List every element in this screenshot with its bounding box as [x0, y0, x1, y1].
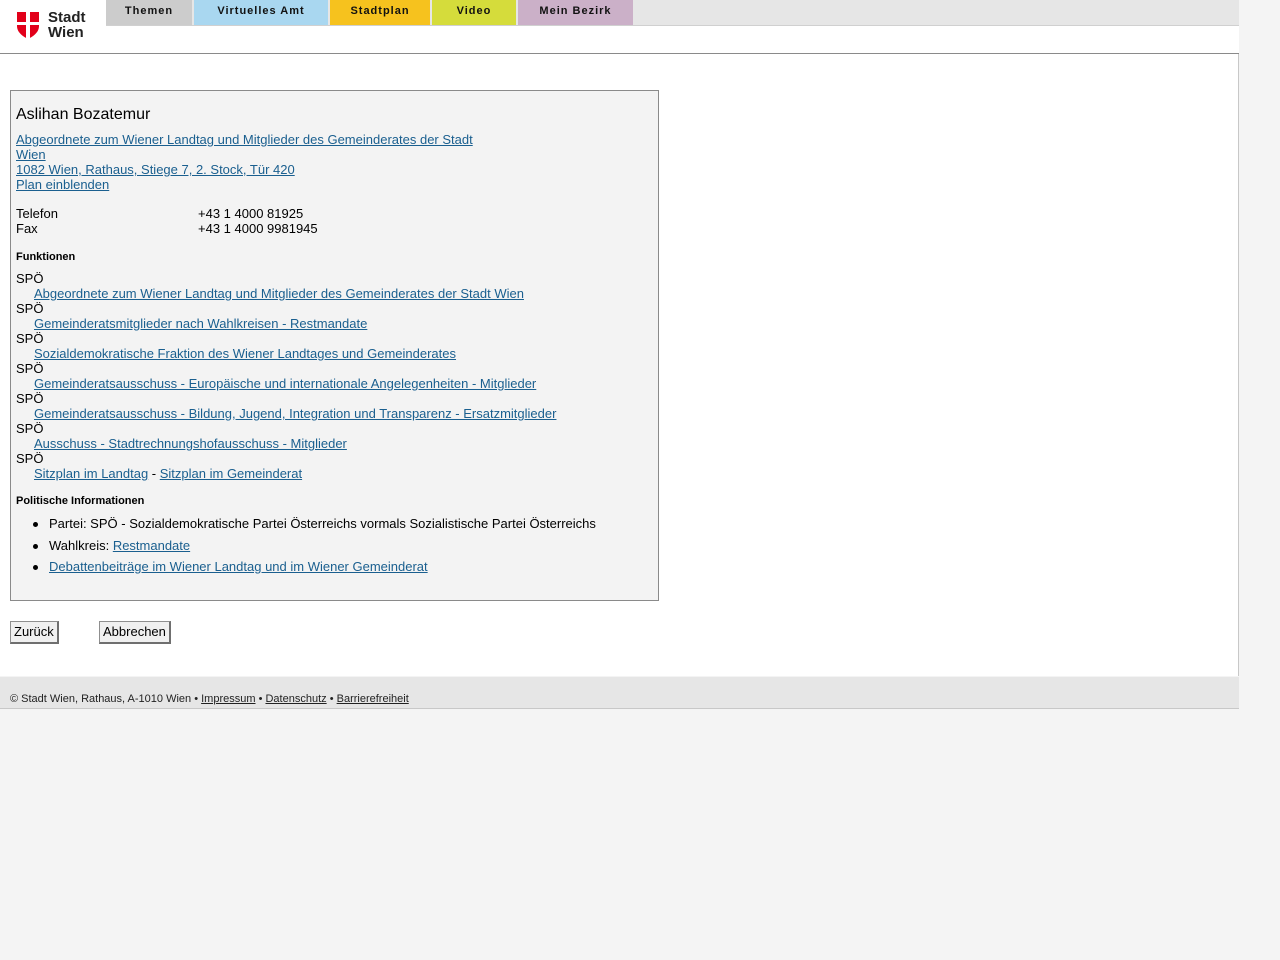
wahlkreis-label: Wahlkreis: — [49, 538, 113, 553]
tab-video[interactable]: Video — [432, 0, 516, 25]
cancel-button[interactable]: Abbrechen — [99, 621, 171, 644]
function-link[interactable]: Gemeinderatsausschuss - Bildung, Jugend,… — [34, 406, 556, 421]
seating-plan-links: Sitzplan im Landtag - Sitzplan im Gemein… — [34, 466, 302, 481]
logo-wordmark: Stadt Wien — [48, 10, 86, 40]
telefon-label: Telefon — [16, 206, 58, 221]
function-link[interactable]: Sozialdemokratische Fraktion des Wiener … — [34, 346, 456, 361]
show-map-link[interactable]: Plan einblenden — [16, 177, 109, 192]
stadt-wien-logo[interactable]: Stadt Wien — [17, 10, 97, 42]
site-footer: © Stadt Wien, Rathaus, A-1010 Wien • Imp… — [0, 677, 1239, 709]
footer-separator: • — [191, 693, 202, 705]
function-link[interactable]: Gemeinderatsmitglieder nach Wahlkreisen … — [34, 316, 367, 331]
function-link[interactable]: Ausschuss - Stadtrechnungshofausschuss -… — [34, 436, 347, 451]
tab-virtuelles-amt[interactable]: Virtuelles Amt — [194, 0, 328, 25]
organization-link[interactable]: Abgeordnete zum Wiener Landtag und Mitgl… — [16, 132, 486, 162]
fax-value: +43 1 4000 9981945 — [198, 221, 318, 236]
sitzplan-landtag-link[interactable]: Sitzplan im Landtag — [34, 466, 148, 481]
fax-label: Fax — [16, 221, 38, 236]
address-link[interactable]: 1082 Wien, Rathaus, Stiege 7, 2. Stock, … — [16, 162, 295, 177]
site-header: Stadt Wien Themen Virtuelles Amt Stadtpl… — [0, 0, 1239, 54]
logo-line-1: Stadt — [48, 9, 86, 26]
list-item: Debattenbeiträge im Wiener Landtag und i… — [16, 559, 596, 574]
politische-informationen-heading: Politische Informationen — [16, 495, 145, 507]
footer-text: © Stadt Wien, Rathaus, A-1010 Wien • Imp… — [10, 693, 409, 705]
function-link[interactable]: Gemeinderatsausschuss - Europäische und … — [34, 376, 536, 391]
wahlkreis-link[interactable]: Restmandate — [113, 538, 190, 553]
impressum-link[interactable]: Impressum — [201, 693, 255, 705]
contact-details-box: Aslihan Bozatemur Abgeordnete zum Wiener… — [10, 90, 659, 601]
back-button[interactable]: Zurück — [10, 621, 59, 644]
telefon-value: +43 1 4000 81925 — [198, 206, 304, 221]
function-party: SPÖ — [16, 331, 44, 346]
function-party: SPÖ — [16, 451, 44, 466]
function-party: SPÖ — [16, 421, 44, 436]
footer-separator: • — [255, 693, 266, 705]
function-party: SPÖ — [16, 271, 44, 286]
person-name: Aslihan Bozatemur — [16, 106, 151, 123]
link-separator: - — [148, 466, 160, 481]
footer-separator: • — [326, 693, 337, 705]
funktionen-heading: Funktionen — [16, 251, 76, 263]
function-party: SPÖ — [16, 361, 44, 376]
function-party: SPÖ — [16, 301, 44, 316]
partei-text: Partei: SPÖ - Sozialdemokratische Partei… — [49, 516, 596, 531]
logo-line-2: Wien — [48, 24, 84, 41]
list-item: Wahlkreis: Restmandate — [16, 538, 596, 553]
function-party: SPÖ — [16, 391, 44, 406]
tab-mein-bezirk[interactable]: Mein Bezirk — [518, 0, 633, 25]
datenschutz-link[interactable]: Datenschutz — [265, 693, 326, 705]
political-info-list: Partei: SPÖ - Sozialdemokratische Partei… — [16, 513, 596, 574]
debatten-link[interactable]: Debattenbeiträge im Wiener Landtag und i… — [49, 559, 428, 574]
barrierefreiheit-link[interactable]: Barrierefreiheit — [337, 693, 409, 705]
sitzplan-gemeinderat-link[interactable]: Sitzplan im Gemeinderat — [160, 466, 302, 481]
main-navigation: Themen Virtuelles Amt Stadtplan Video Me… — [106, 0, 1239, 26]
tab-themen[interactable]: Themen — [106, 0, 192, 25]
function-link[interactable]: Abgeordnete zum Wiener Landtag und Mitgl… — [34, 286, 524, 301]
wien-shield-icon — [17, 12, 39, 39]
tab-stadtplan[interactable]: Stadtplan — [330, 0, 430, 25]
list-item: Partei: SPÖ - Sozialdemokratische Partei… — [16, 516, 596, 531]
copyright-text: © Stadt Wien, Rathaus, A-1010 Wien — [10, 693, 192, 705]
